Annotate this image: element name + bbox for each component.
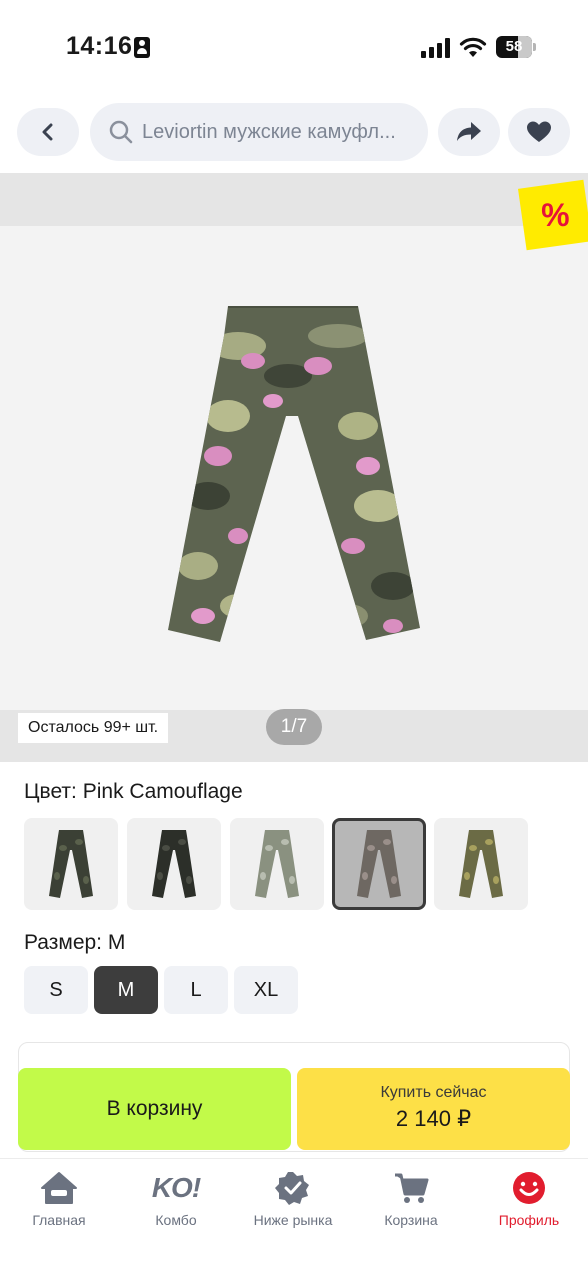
signal-icon bbox=[421, 38, 450, 58]
color-swatch-4[interactable] bbox=[332, 818, 426, 910]
profile-smile-icon bbox=[513, 1172, 545, 1204]
status-bar: 14:16 58 bbox=[0, 0, 588, 96]
nav-item-profile[interactable]: Профиль bbox=[470, 1170, 588, 1234]
nav-label-cart: Корзина bbox=[384, 1212, 438, 1228]
buy-now-button[interactable]: Купить сейчас 2 140 ₽ bbox=[297, 1068, 570, 1150]
size-option-l[interactable]: L bbox=[164, 966, 228, 1014]
nav-label-home: Главная bbox=[32, 1212, 86, 1228]
buy-now-label: Купить сейчас bbox=[380, 1084, 487, 1101]
kombo-logo: KO! bbox=[151, 1172, 201, 1203]
share-button[interactable] bbox=[438, 108, 500, 156]
search-header: Leviortin мужские камуфл... bbox=[0, 100, 588, 166]
nav-label-profile: Профиль bbox=[498, 1212, 560, 1228]
stock-label: Осталось 99+ шт. bbox=[18, 713, 169, 743]
product-image bbox=[168, 306, 420, 642]
image-page-counter: 1/7 bbox=[266, 709, 322, 745]
nav-label-below-market: Ниже рынка bbox=[253, 1212, 333, 1228]
favorite-button[interactable] bbox=[508, 108, 570, 156]
home-icon bbox=[41, 1172, 77, 1204]
color-swatch-1[interactable] bbox=[24, 818, 118, 910]
size-option-xl[interactable]: XL bbox=[234, 966, 298, 1014]
color-title: Цвет: Pink Camouflage bbox=[24, 780, 243, 803]
wifi-icon bbox=[459, 37, 487, 57]
chevron-left-icon bbox=[42, 123, 53, 141]
share-arrow-icon bbox=[457, 122, 481, 141]
nav-item-below-market[interactable]: Ниже рынка bbox=[234, 1170, 352, 1234]
discount-badge-text: % bbox=[540, 196, 570, 233]
verified-badge-icon bbox=[275, 1172, 309, 1205]
battery-icon: 58 bbox=[496, 36, 536, 58]
search-query: Leviortin мужские камуфл... bbox=[142, 120, 396, 143]
nav-item-kombo[interactable]: KO! Комбо bbox=[117, 1170, 235, 1234]
search-input[interactable]: Leviortin мужские камуфл... bbox=[90, 103, 428, 161]
color-swatch-2[interactable] bbox=[127, 818, 221, 910]
discount-badge: % bbox=[518, 179, 588, 251]
battery-level: 58 bbox=[505, 38, 523, 55]
gallery-top-strip bbox=[0, 173, 588, 226]
pants-thumbnail bbox=[49, 830, 93, 898]
size-option-s[interactable]: S bbox=[24, 966, 88, 1014]
color-swatch-3[interactable] bbox=[230, 818, 324, 910]
nav-item-home[interactable]: Главная bbox=[0, 1170, 118, 1234]
nav-label-kombo: Комбо bbox=[155, 1212, 197, 1228]
back-button[interactable] bbox=[17, 108, 79, 156]
add-to-cart-button[interactable]: В корзину bbox=[18, 1068, 291, 1150]
buy-now-price: 2 140 ₽ bbox=[395, 1106, 472, 1131]
search-icon bbox=[109, 120, 133, 144]
color-swatch-5[interactable] bbox=[434, 818, 528, 910]
pants-thumbnail bbox=[357, 830, 401, 898]
pants-thumbnail bbox=[255, 830, 299, 898]
heart-icon bbox=[527, 121, 551, 142]
nav-divider bbox=[0, 1158, 588, 1159]
status-time: 14:16 bbox=[66, 32, 133, 60]
size-option-m[interactable]: M bbox=[94, 966, 158, 1014]
cart-icon bbox=[395, 1173, 429, 1203]
size-title: Размер: M bbox=[24, 931, 126, 954]
nav-item-cart[interactable]: Корзина bbox=[352, 1170, 470, 1234]
product-gallery[interactable] bbox=[0, 226, 588, 710]
pants-thumbnail bbox=[152, 830, 196, 898]
pants-thumbnail bbox=[459, 830, 503, 898]
person-icon bbox=[134, 37, 150, 58]
